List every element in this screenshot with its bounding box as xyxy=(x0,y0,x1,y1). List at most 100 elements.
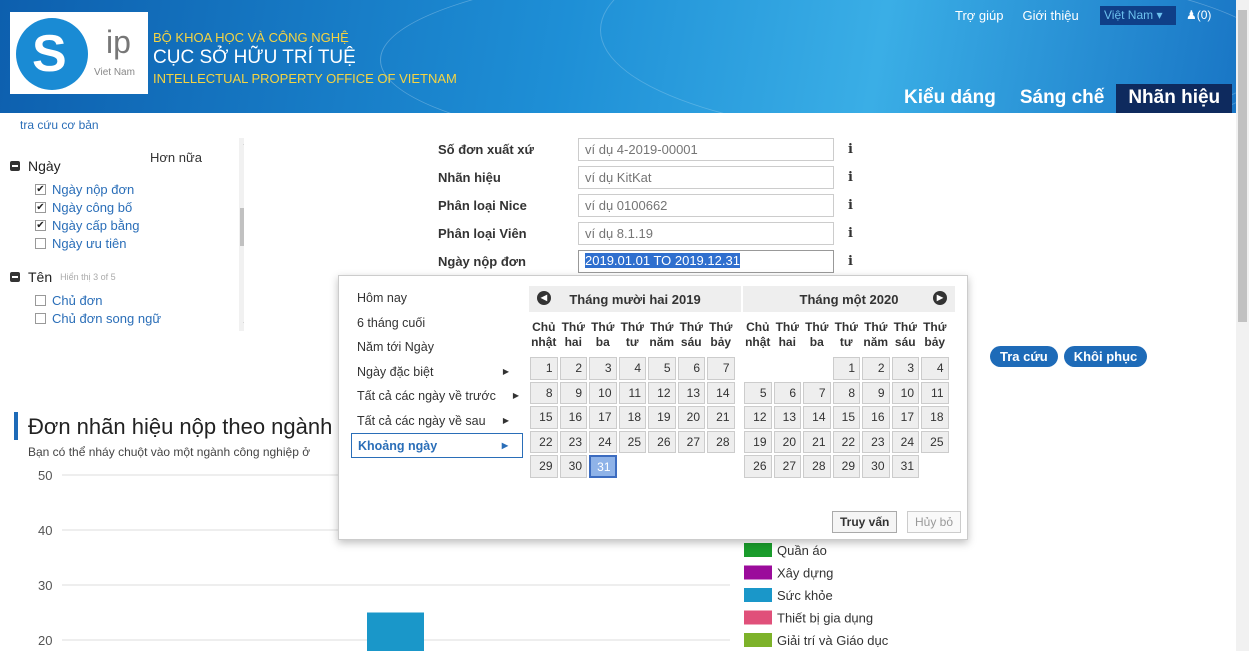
day-cell[interactable]: 21 xyxy=(707,406,735,429)
day-cell[interactable]: 13 xyxy=(773,406,801,429)
day-cell[interactable]: 16 xyxy=(559,406,587,429)
day-cell[interactable]: 13 xyxy=(677,381,705,404)
scroll-down-icon[interactable]: ▼ xyxy=(239,320,244,329)
day-cell[interactable]: 23 xyxy=(559,430,587,453)
range-last-6-months[interactable]: 6 tháng cuối xyxy=(351,311,523,336)
day-cell[interactable]: 20 xyxy=(773,430,801,453)
legend-label[interactable]: Giải trí và Giáo dục xyxy=(777,633,889,648)
checkbox-applicant[interactable]: Chủ đơn xyxy=(35,291,244,309)
info-icon[interactable]: i xyxy=(848,170,853,185)
day-cell[interactable]: 22 xyxy=(832,430,860,453)
range-today[interactable]: Hôm nay xyxy=(351,286,523,311)
day-cell[interactable]: 3 xyxy=(891,357,919,380)
reset-button[interactable]: Khôi phục xyxy=(1063,346,1148,367)
day-cell[interactable]: 24 xyxy=(891,430,919,453)
page-scroll-thumb[interactable] xyxy=(1238,10,1247,322)
day-cell[interactable]: 27 xyxy=(773,455,801,478)
day-cell[interactable]: 18 xyxy=(921,406,949,429)
user-cart[interactable]: ♟(0) xyxy=(1186,8,1211,22)
chart-bar[interactable] xyxy=(367,612,424,651)
day-cell[interactable]: 23 xyxy=(862,430,890,453)
day-cell[interactable]: 11 xyxy=(618,381,646,404)
tab-sang-che[interactable]: Sáng chế xyxy=(1008,84,1116,113)
day-cell[interactable]: 21 xyxy=(803,430,831,453)
group-name[interactable]: Tên Hiển thị 3 of 5 xyxy=(10,269,244,285)
day-cell[interactable]: 17 xyxy=(589,406,617,429)
prev-month-icon[interactable]: ◀ xyxy=(537,291,551,305)
checkbox-priority-date[interactable]: Ngày ưu tiên xyxy=(35,234,244,252)
day-cell[interactable]: 9 xyxy=(862,381,890,404)
query-button[interactable]: Truy vấn xyxy=(832,511,898,533)
day-cell[interactable]: 26 xyxy=(744,455,772,478)
info-icon[interactable]: i xyxy=(848,226,853,241)
legend-label[interactable]: Thiết bị gia dụng xyxy=(777,611,873,626)
day-cell[interactable]: 12 xyxy=(744,406,772,429)
range-all-after[interactable]: Tất cả các ngày về sau ▶ xyxy=(351,409,523,434)
day-cell[interactable]: 28 xyxy=(803,455,831,478)
day-cell[interactable]: 10 xyxy=(589,381,617,404)
legend-swatch[interactable] xyxy=(744,610,772,625)
info-icon[interactable]: i xyxy=(848,198,853,213)
day-cell[interactable]: 11 xyxy=(921,381,949,404)
day-cell[interactable]: 7 xyxy=(707,357,735,380)
legend-label[interactable]: Xây dựng xyxy=(777,566,833,581)
search-button[interactable]: Tra cứu xyxy=(990,346,1058,367)
day-cell[interactable]: 7 xyxy=(803,381,831,404)
tab-nhan-hieu[interactable]: Nhãn hiệu xyxy=(1116,84,1233,113)
checkbox-publication-date[interactable]: ✔ Ngày công bố xyxy=(35,198,244,216)
info-icon[interactable]: i xyxy=(848,254,853,269)
day-cell[interactable]: 4 xyxy=(921,357,949,380)
nice-class-input[interactable] xyxy=(578,194,834,217)
sidebar-scrollbar[interactable]: ▲ ▼ xyxy=(239,138,244,331)
day-cell[interactable]: 25 xyxy=(618,430,646,453)
day-cell[interactable]: 4 xyxy=(618,357,646,380)
trademark-input[interactable] xyxy=(578,166,834,189)
sidebar-scroll-thumb[interactable] xyxy=(240,208,244,246)
day-cell[interactable]: 16 xyxy=(862,406,890,429)
day-cell[interactable]: 5 xyxy=(744,381,772,404)
day-cell[interactable]: 8 xyxy=(832,381,860,404)
basic-search-link[interactable]: tra cứu cơ bản xyxy=(20,118,99,132)
range-date-range[interactable]: Khoảng ngày ▶ xyxy=(351,433,523,458)
day-cell[interactable]: 31 xyxy=(891,455,919,478)
day-cell[interactable]: 30 xyxy=(862,455,890,478)
ip-vietnam-logo[interactable]: S ip Viet Nam xyxy=(10,12,148,94)
about-link[interactable]: Giới thiệu xyxy=(1023,8,1079,23)
day-cell[interactable]: 30 xyxy=(559,455,587,478)
origin-number-input[interactable] xyxy=(578,138,834,161)
scroll-up-icon[interactable]: ▲ xyxy=(239,138,244,147)
help-link[interactable]: Trợ giúp xyxy=(955,8,1004,23)
day-cell[interactable]: 17 xyxy=(891,406,919,429)
day-cell[interactable]: 20 xyxy=(677,406,705,429)
group-date[interactable]: Ngày xyxy=(10,158,244,174)
vienna-class-input[interactable] xyxy=(578,222,834,245)
day-cell[interactable]: 22 xyxy=(530,430,558,453)
cancel-button[interactable]: Hủy bỏ xyxy=(907,511,962,533)
range-special-date[interactable]: Ngày đặc biệt ▶ xyxy=(351,360,523,385)
day-cell[interactable]: 2 xyxy=(559,357,587,380)
day-cell[interactable]: 3 xyxy=(589,357,617,380)
day-cell[interactable]: 24 xyxy=(589,430,617,453)
range-all-before[interactable]: Tất cả các ngày về trước ▶ xyxy=(351,384,523,409)
day-cell[interactable]: 2 xyxy=(862,357,890,380)
day-cell[interactable]: 10 xyxy=(891,381,919,404)
country-select[interactable]: Việt Nam ▾ xyxy=(1100,6,1176,25)
range-year-to-date[interactable]: Năm tới Ngày xyxy=(351,335,523,360)
day-cell[interactable]: 29 xyxy=(832,455,860,478)
checkbox-filing-date[interactable]: ✔ Ngày nộp đơn xyxy=(35,180,244,198)
day-cell[interactable]: 15 xyxy=(832,406,860,429)
day-cell[interactable]: 26 xyxy=(648,430,676,453)
day-cell[interactable]: 18 xyxy=(618,406,646,429)
info-icon[interactable]: i xyxy=(848,142,853,157)
day-cell[interactable]: 1 xyxy=(530,357,558,380)
day-cell[interactable]: 29 xyxy=(530,455,558,478)
checkbox-applicant-bilingual[interactable]: Chủ đơn song ngữ xyxy=(35,309,244,327)
day-cell[interactable]: 5 xyxy=(648,357,676,380)
day-cell[interactable]: 28 xyxy=(707,430,735,453)
legend-swatch[interactable] xyxy=(744,543,772,557)
next-month-icon[interactable]: ▶ xyxy=(933,291,947,305)
legend-swatch[interactable] xyxy=(744,633,772,647)
day-cell[interactable]: 8 xyxy=(530,381,558,404)
day-cell[interactable]: 19 xyxy=(744,430,772,453)
legend-label[interactable]: Quần áo xyxy=(777,543,827,558)
